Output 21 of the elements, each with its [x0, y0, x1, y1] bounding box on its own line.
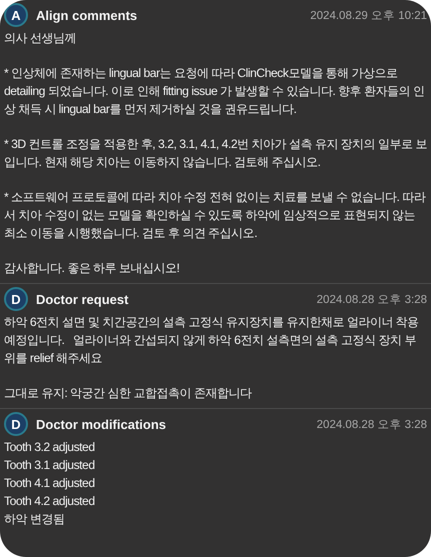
- comment-time: 2024.08.28 오후 3:28: [316, 292, 427, 306]
- list-line: Tooth 3.1 adjusted: [4, 457, 96, 474]
- avatar-icon: D: [4, 412, 28, 436]
- comment-title: Doctor request: [36, 292, 130, 306]
- comment-paragraph: * 인상체에 존재하는 lingual bar는 요청에 따라 ClinCheck모델을 통해 가상으로 detailing 되었습니다. 이로 인해 fitting issue 가 발생할 수 있습니다. 향후 환자들의 인상 채득 시 lingual bar를 먼저 제거하실 것을 권유드립니다.: [4, 65, 426, 118]
- comment-paragraph: 하악 6전치 설면 및 치간공간의 설측 고정식 유지장치를 유지한채로 얼라이너 착용 예정입니다. 얼라이너와 간섭되지 않게 하악 6전치 설측면의 설측 고정식 장치 부위를 relief 해주세요: [4, 314, 420, 367]
- comment-title: Align comments: [36, 8, 138, 22]
- list-line: Tooth 4.1 adjusted: [4, 475, 96, 492]
- comment-time: 2024.08.28 오후 3:28: [316, 418, 427, 432]
- comment-paragraph: 그대로 유지: 악궁간 심한 교합접촉이 존재합니다: [4, 385, 253, 402]
- list-line: Tooth 3.2 adjusted: [4, 439, 96, 456]
- comment-title: Doctor modifications: [36, 416, 168, 432]
- avatar-icon: D: [4, 287, 28, 311]
- comment-paragraph: 감사합니다. 좋은 하루 보내십시오!: [4, 260, 180, 277]
- comment-paragraph: * 소프트웨어 프로토콜에 따라 치아 수정 전혀 없이는 치료를 보낼 수 없습니다. 따라서 치아 수정이 없는 모델을 확인하실 수 있도록 하악에 임상적으로 표현되지 않는 최소 이동을 시행했습니다. 검토 후 의견 주십시오.: [4, 189, 427, 242]
- list-line: 하악 변경됨: [4, 511, 66, 528]
- comment-time: 2024.08.29 오후 10:21: [310, 8, 427, 22]
- avatar-icon: A: [4, 3, 28, 27]
- comment-paragraph: 의사 선생님께: [4, 30, 77, 47]
- comment-paragraph: * 3D 컨트롤 조정을 적용한 후, 3.2, 3.1, 4.1, 4.2번 치아가 설측 유지 장치의 일부로 보입니다. 현재 해당 치아는 이동하지 않습니다. 검토해 주십시오.: [4, 136, 427, 171]
- list-line: Tooth 4.2 adjusted: [4, 493, 96, 510]
